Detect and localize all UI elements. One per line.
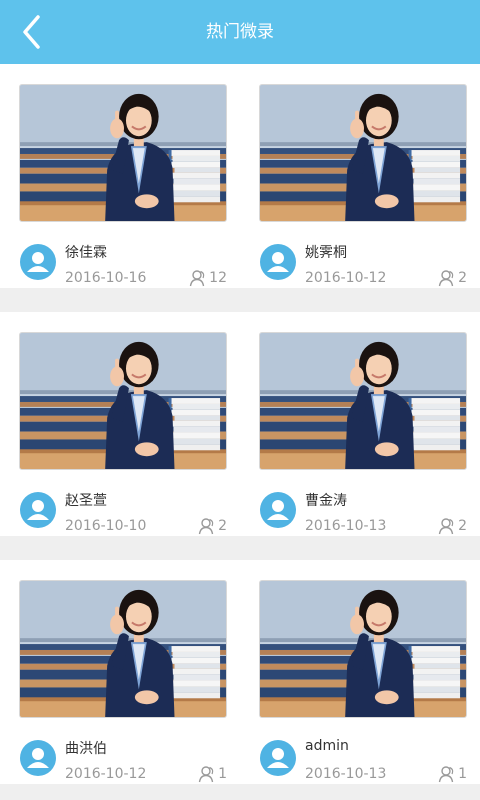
card-photo[interactable]	[19, 580, 227, 718]
post-date: 2016-10-16	[65, 270, 147, 286]
video-card[interactable]: 赵圣萱 2016-10-10 2	[19, 332, 227, 535]
card-row: 赵圣萱 2016-10-10 2 曹金涛 2016-10-13 2	[0, 312, 480, 536]
view-count-value: 2	[458, 518, 467, 534]
user-avatar-icon	[260, 492, 296, 528]
top-bar: 热门微录	[0, 0, 480, 64]
person-outline-icon	[198, 518, 214, 535]
card-photo[interactable]	[259, 332, 467, 470]
author-name: 赵圣萱	[65, 493, 107, 509]
view-count-value: 1	[458, 766, 467, 782]
post-date: 2016-10-12	[305, 270, 387, 286]
person-outline-icon	[438, 518, 454, 535]
user-avatar-icon	[20, 492, 56, 528]
card-photo[interactable]	[19, 84, 227, 222]
page-title: 热门微录	[206, 22, 274, 42]
view-count: 2	[438, 269, 467, 287]
post-date: 2016-10-13	[305, 518, 387, 534]
author-name: 曹金涛	[305, 493, 347, 509]
person-outline-icon	[189, 270, 205, 287]
view-count-value: 2	[458, 270, 467, 286]
card-row: 曲洪伯 2016-10-12 1 admin 2016-10-13 1	[0, 560, 480, 784]
user-avatar-icon	[20, 244, 56, 280]
video-card[interactable]: 曲洪伯 2016-10-12 1	[19, 580, 227, 783]
video-card[interactable]: 曹金涛 2016-10-13 2	[259, 332, 467, 535]
video-card[interactable]: admin 2016-10-13 1	[259, 580, 467, 783]
card-photo[interactable]	[19, 332, 227, 470]
user-avatar-icon	[20, 740, 56, 776]
author-name: 徐佳霖	[65, 245, 107, 261]
person-outline-icon	[438, 766, 454, 783]
view-count-value: 12	[209, 270, 227, 286]
card-photo[interactable]	[259, 84, 467, 222]
author-name: 曲洪伯	[65, 741, 107, 757]
person-outline-icon	[198, 766, 214, 783]
view-count: 1	[198, 765, 227, 783]
view-count: 1	[438, 765, 467, 783]
view-count: 2	[438, 517, 467, 535]
author-name: 姚霁桐	[305, 245, 347, 261]
view-count: 12	[189, 269, 227, 287]
view-count: 2	[198, 517, 227, 535]
post-date: 2016-10-10	[65, 518, 147, 534]
user-avatar-icon	[260, 740, 296, 776]
card-photo[interactable]	[259, 580, 467, 718]
user-avatar-icon	[260, 244, 296, 280]
view-count-value: 1	[218, 766, 227, 782]
author-name: admin	[305, 738, 349, 754]
video-card[interactable]: 徐佳霖 2016-10-16 12	[19, 84, 227, 287]
post-date: 2016-10-13	[305, 766, 387, 782]
view-count-value: 2	[218, 518, 227, 534]
post-date: 2016-10-12	[65, 766, 147, 782]
card-row: 徐佳霖 2016-10-16 12 姚霁桐 2016-10-12 2	[0, 64, 480, 288]
person-outline-icon	[438, 270, 454, 287]
video-card[interactable]: 姚霁桐 2016-10-12 2	[259, 84, 467, 287]
